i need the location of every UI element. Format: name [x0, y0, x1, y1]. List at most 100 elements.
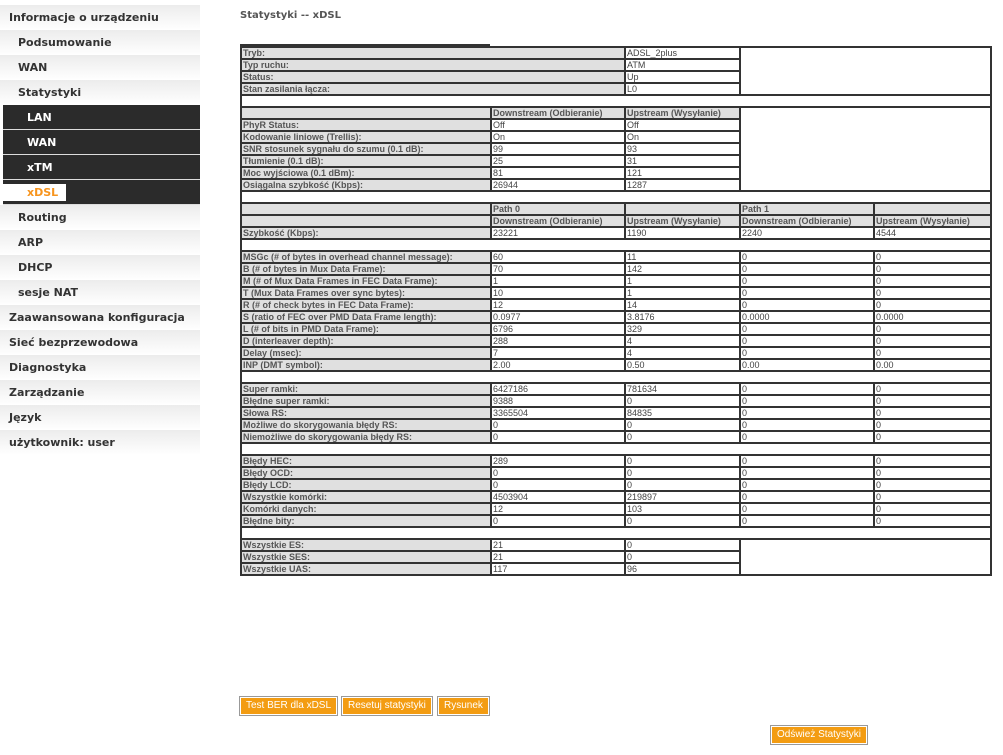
cell-value: 0	[739, 406, 876, 420]
cell-value: 0	[873, 406, 993, 420]
cell-value: 1	[489, 274, 627, 288]
reset-statistics-button[interactable]: Resetuj statystyki	[341, 696, 433, 716]
row-label: Osiągalna szybkość (Kbps):	[240, 178, 492, 192]
sidebar-item-sie-bezprzewodowa[interactable]: Sieć bezprzewodowa	[0, 330, 200, 355]
refresh-statistics-button[interactable]: Odśwież Statystyki	[770, 725, 868, 745]
cell-value: 0	[739, 250, 876, 264]
cell-value: 0	[739, 286, 876, 300]
cell-value: 142	[624, 262, 742, 276]
table-row: D (interleaver depth): 288 4 0 0	[240, 334, 993, 348]
sidebar-item-lan[interactable]: LAN	[3, 105, 200, 130]
spacer-row	[239, 526, 993, 540]
row-label: Tryb:	[239, 46, 627, 60]
cell-value: On	[624, 130, 742, 144]
sidebar-item-u-ytkownik-user[interactable]: użytkownik: user	[0, 430, 200, 455]
table-row: Szybkość (Kbps): 23221 1190 2240 4544	[240, 226, 993, 240]
sidebar-item-xdsl[interactable]: xDSL	[3, 180, 200, 205]
cell-value: 0.0977	[489, 310, 627, 324]
spacer-row	[239, 190, 993, 204]
cell-value: 0	[624, 430, 742, 444]
sidebar-item-diagnostyka[interactable]: Diagnostyka	[0, 355, 200, 380]
row-label: R (# of check bytes in FEC Data Frame):	[240, 298, 492, 312]
sidebar-item-routing[interactable]: Routing	[0, 205, 200, 230]
column-header: Path 1	[739, 202, 876, 216]
row-label: T (Mux Data Frames over sync bytes):	[240, 286, 492, 300]
cell-value: 0	[873, 490, 993, 504]
cell-value: 81	[489, 166, 627, 180]
cell-value: 0	[489, 418, 627, 432]
table-row: Wszystkie ES: 21 0	[240, 538, 993, 576]
cell-value: L0	[624, 82, 742, 96]
cell-value: 117	[489, 562, 627, 576]
cell-value: 93	[624, 142, 742, 156]
cell-value: 0	[489, 478, 627, 492]
sidebar-item-sesje-nat[interactable]: sesje NAT	[0, 280, 200, 305]
sidebar-item-arp[interactable]: ARP	[0, 230, 200, 255]
cell-value: 0	[624, 550, 742, 564]
cell-value: 4503904	[489, 490, 627, 504]
cell-value: 0	[624, 394, 742, 408]
sidebar-item-dhcp[interactable]: DHCP	[0, 255, 200, 280]
spacer-row	[239, 370, 993, 384]
graph-button[interactable]: Rysunek	[437, 696, 490, 716]
cell-value: 0	[739, 466, 876, 480]
cell-value: 31	[624, 154, 742, 168]
sidebar-item-zaawansowana-konfiguracja[interactable]: Zaawansowana konfiguracja	[0, 305, 200, 330]
row-label: B (# of bytes in Mux Data Frame):	[240, 262, 492, 276]
cell-value: 0	[489, 430, 627, 444]
cell-value: 1287	[624, 178, 742, 192]
column-header: Upstream (Wysyłanie)	[624, 214, 742, 228]
cell-value: 219897	[624, 490, 742, 504]
row-label: Błędy HEC:	[240, 454, 492, 468]
sidebar-item-wan[interactable]: WAN	[3, 130, 200, 155]
row-label: Moc wyjściowa (0.1 dBm):	[240, 166, 492, 180]
table-row: S (ratio of FEC over PMD Data Frame leng…	[240, 310, 993, 324]
row-label: M (# of Mux Data Frames in FEC Data Fram…	[240, 274, 492, 288]
row-label: Niemożliwe do skorygowania błędy RS:	[240, 430, 492, 444]
header-row: Downstream (Odbieranie) Upstream (Wysyłan…	[240, 214, 993, 228]
row-label: SNR stosunek sygnału do szumu (0.1 dB):	[240, 142, 492, 156]
sidebar-item-label: Podsumowanie	[18, 36, 112, 49]
cell-value: 0	[873, 514, 993, 528]
table-row: L (# of bits in PMD Data Frame): 6796 329 0…	[240, 322, 993, 336]
cell-value: 25	[489, 154, 627, 168]
sidebar-item-statystyki[interactable]: Statystyki	[0, 80, 200, 105]
empty-cell	[739, 538, 993, 576]
sidebar-item-xtm[interactable]: xTM	[3, 155, 200, 180]
sidebar-item-label: Statystyki	[18, 86, 82, 99]
table-row: T (Mux Data Frames over sync bytes): 10 1 0…	[240, 286, 993, 300]
table-row: M (# of Mux Data Frames in FEC Data Fram…	[240, 274, 993, 288]
row-label: PhyR Status:	[240, 118, 492, 132]
cell-value: 0	[624, 514, 742, 528]
row-label: Błędne super ramki:	[240, 394, 492, 408]
cell-value: 0	[873, 430, 993, 444]
cell-value: 6796	[489, 322, 627, 336]
column-header: Downstream (Odbieranie)	[489, 214, 627, 228]
cell-value: 0	[873, 466, 993, 480]
cell-value: 6427186	[489, 382, 627, 396]
table-row: Błędy HEC: 289 0 0 0	[240, 454, 993, 468]
cell-value: 0	[873, 394, 993, 408]
cell-value: 0	[739, 382, 876, 396]
spacer-row	[239, 238, 993, 252]
cell-value: 7	[489, 346, 627, 360]
cell-value: 0	[739, 346, 876, 360]
sidebar-item-zarz-dzanie[interactable]: Zarządzanie	[0, 380, 200, 405]
sidebar-item-informacje-o-urz-dzeniu[interactable]: Informacje o urządzeniu	[0, 5, 200, 30]
sidebar-item-j-zyk[interactable]: Język	[0, 405, 200, 430]
row-label: Super ramki:	[240, 382, 492, 396]
sidebar-item-wan[interactable]: WAN	[0, 55, 200, 80]
row-label: Kodowanie liniowe (Trellis):	[240, 130, 492, 144]
ber-test-button[interactable]: Test BER dla xDSL	[238, 696, 339, 716]
sidebar-item-label: xTM	[27, 161, 53, 174]
sidebar-item-label: Zaawansowana konfiguracja	[9, 311, 185, 324]
table-row: Delay (msec): 7 4 0 0	[240, 346, 993, 360]
cell-value: 0	[739, 394, 876, 408]
cell-value: 10	[489, 286, 627, 300]
empty-header	[240, 214, 492, 228]
sidebar-item-podsumowanie[interactable]: Podsumowanie	[0, 30, 200, 55]
cell-value: 0	[873, 418, 993, 432]
cell-value: 23221	[489, 226, 627, 240]
sidebar-item-label: WAN	[27, 136, 57, 149]
column-header: Downstream (Odbieranie)	[489, 106, 627, 120]
